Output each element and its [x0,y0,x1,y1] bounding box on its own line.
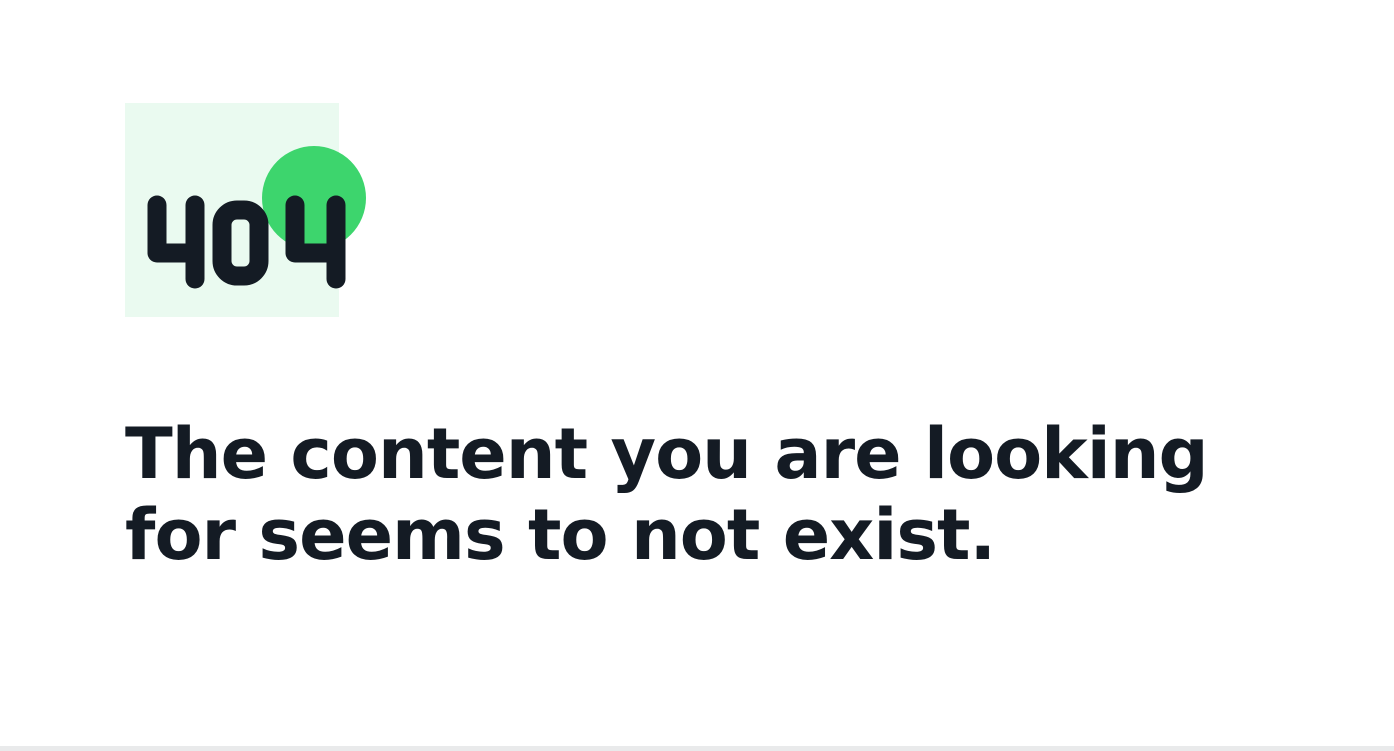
green-circle [262,146,366,250]
error-code: 404 [125,318,126,319]
bottom-divider [0,746,1394,751]
not-found-page: 404 The content you are looking for seem… [0,0,1394,751]
not-found-message: The content you are looking for seems to… [125,413,1209,576]
404-illustration-icon: 404 [125,103,385,318]
404-graphic-svg [125,103,366,317]
